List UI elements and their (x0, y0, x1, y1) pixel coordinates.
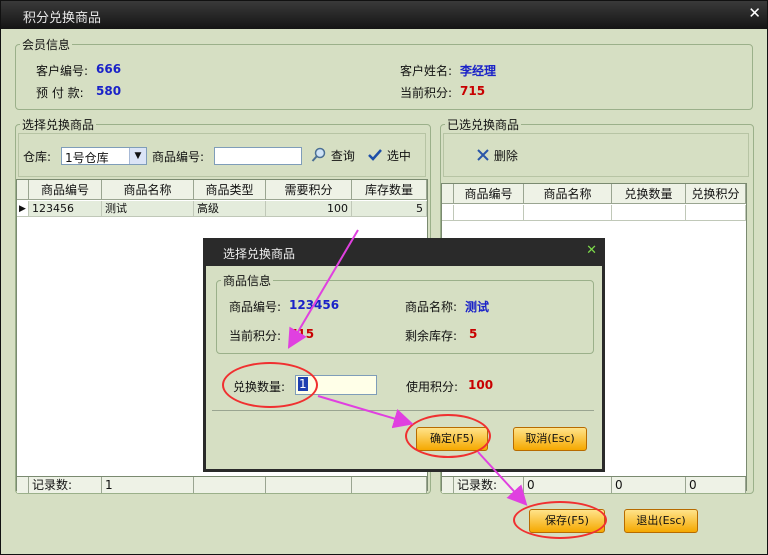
qty-highlight (222, 362, 318, 408)
selected-goods-label: 已选兑换商品 (445, 116, 522, 133)
table-row[interactable]: ▶ 123456 测试 高级 100 5 (17, 201, 427, 217)
checkmark-icon (368, 149, 382, 161)
save-highlight (513, 501, 607, 539)
title-bar: 积分兑换商品 ✕ (1, 1, 767, 29)
col-exchange-qty[interactable]: 兑换数量 (612, 184, 686, 204)
customer-name-label: 客户姓名: (400, 64, 453, 78)
product-info-group: 商品信息 商品编号: 123456 商品名称: 测试 当前积分: 715 剩余库… (216, 272, 594, 354)
choose-label: 选中 (386, 149, 411, 163)
selected-toolbar: 删除 (443, 133, 749, 177)
product-no-input[interactable] (214, 147, 302, 165)
select-goods-label: 选择兑换商品 (20, 116, 97, 133)
search-icon (311, 147, 326, 162)
dialog-title-bar: 选择兑换商品 ✕ (203, 238, 605, 266)
table-row (442, 205, 746, 221)
chevron-down-icon[interactable]: ▼ (129, 148, 146, 164)
selected-table-header: 商品编号 商品名称 兑换数量 兑换积分 (442, 184, 746, 204)
col-product-no[interactable]: 商品编号 (454, 184, 524, 204)
member-info-label: 会员信息 (20, 36, 73, 53)
warehouse-select[interactable]: 1号仓库 ▼ (61, 147, 147, 165)
ok-highlight (405, 414, 491, 458)
selected-table-footer: 记录数: 0 0 0 (442, 476, 746, 493)
dialog-body: 商品信息 商品编号: 123456 商品名称: 测试 当前积分: 715 剩余库… (206, 266, 602, 469)
member-info-group: 会员信息 客户编号: 666 客户姓名: 李经理 预 付 款: 580 当前积分… (15, 36, 753, 110)
delete-x-icon (477, 149, 489, 161)
dlg-product-no-label: 商品编号: (229, 300, 282, 314)
dlg-points-value: 715 (289, 327, 315, 341)
prepaid-value: 580 (96, 84, 122, 98)
customer-no-label: 客户编号: (36, 64, 89, 78)
cell-product-no[interactable]: 123456 (29, 201, 102, 217)
col-stock[interactable]: 库存数量 (352, 180, 427, 200)
cell-product-name[interactable]: 测试 (102, 201, 194, 217)
use-points-value: 100 (468, 378, 494, 392)
points-value: 715 (460, 84, 486, 98)
col-exchange-points[interactable]: 兑换积分 (686, 184, 746, 204)
points-label: 当前积分: (400, 86, 453, 100)
close-icon[interactable]: ✕ (748, 4, 761, 22)
product-no-label: 商品编号: (152, 150, 205, 164)
col-product-name[interactable]: 商品名称 (102, 180, 194, 200)
choose-button[interactable]: 选中 (367, 147, 411, 164)
goods-table-header: 商品编号 商品名称 商品类型 需要积分 库存数量 (17, 180, 427, 200)
col-product-name[interactable]: 商品名称 (524, 184, 612, 204)
prepaid-label: 预 付 款: (36, 86, 84, 100)
footer-value-2: 0 (612, 477, 686, 493)
exit-button[interactable]: 退出(Esc) (624, 509, 698, 533)
cell-product-type[interactable]: 高级 (194, 201, 266, 217)
dlg-product-name-value: 测试 (465, 300, 490, 314)
record-count-label: 记录数: (29, 477, 102, 493)
select-toolbar: 仓库: 1号仓库 ▼ 商品编号: 查询 选中 (18, 133, 426, 177)
delete-button[interactable]: 删除 (476, 147, 518, 164)
col-product-no[interactable]: 商品编号 (29, 180, 102, 200)
footer-value-3: 0 (686, 477, 746, 493)
cell-required-points[interactable]: 100 (266, 201, 352, 217)
dlg-product-name-label: 商品名称: (405, 300, 458, 314)
dlg-product-no-value: 123456 (289, 298, 340, 312)
warehouse-label: 仓库: (23, 150, 52, 164)
cell-stock[interactable]: 5 (352, 201, 427, 217)
window-title: 积分兑换商品 (23, 11, 102, 26)
col-product-type[interactable]: 商品类型 (194, 180, 266, 200)
row-pointer-icon: ▶ (17, 201, 29, 217)
use-points-label: 使用积分: (406, 380, 459, 394)
product-info-label: 商品信息 (221, 272, 274, 289)
dialog-divider (212, 410, 594, 411)
col-required-points[interactable]: 需要积分 (266, 180, 352, 200)
dlg-stock-label: 剩余库存: (405, 329, 458, 343)
dlg-stock-value: 5 (469, 327, 478, 341)
customer-no-value: 666 (96, 62, 122, 76)
dlg-points-label: 当前积分: (229, 329, 282, 343)
query-label: 查询 (330, 149, 355, 163)
dialog-title: 选择兑换商品 (223, 247, 296, 261)
footer-value-1: 0 (524, 477, 612, 493)
cancel-button[interactable]: 取消(Esc) (513, 427, 587, 451)
record-count-label: 记录数: (454, 477, 524, 493)
exchange-dialog: 选择兑换商品 ✕ 商品信息 商品编号: 123456 商品名称: 测试 当前积分… (203, 238, 605, 472)
warehouse-value: 1号仓库 (65, 151, 109, 165)
customer-name-value: 李经理 (460, 64, 497, 78)
delete-label: 删除 (493, 149, 518, 163)
record-count-value: 1 (102, 477, 194, 493)
goods-table-footer: 记录数: 1 (17, 476, 427, 493)
query-button[interactable]: 查询 (311, 147, 355, 164)
dialog-close-icon[interactable]: ✕ (586, 243, 597, 258)
